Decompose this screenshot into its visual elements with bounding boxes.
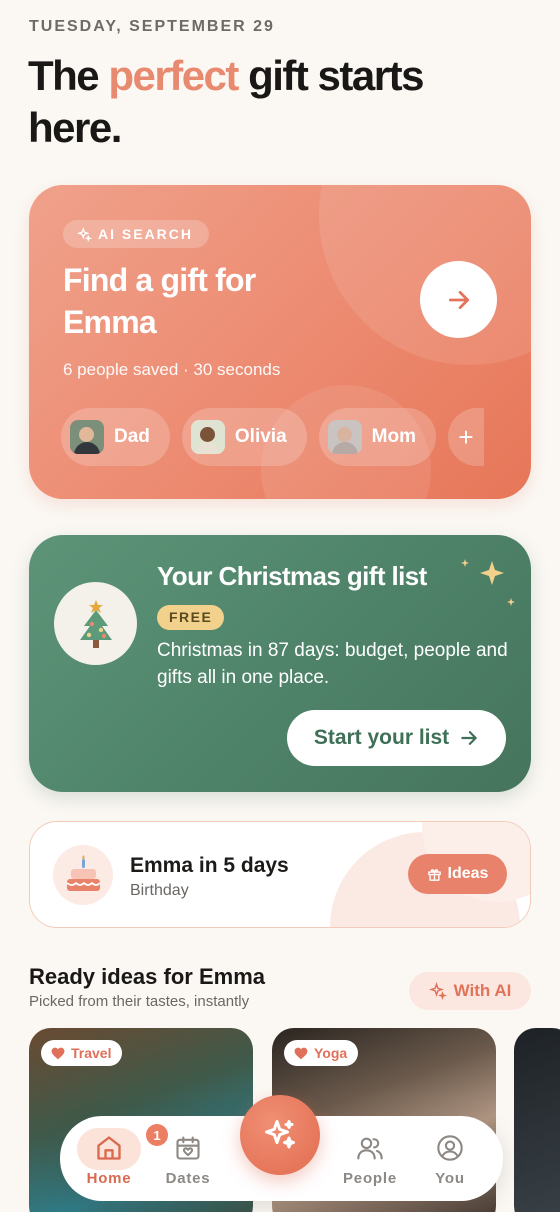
ai-search-badge: AI SEARCH — [63, 220, 210, 248]
heart-icon — [294, 1047, 308, 1059]
ready-ideas-subtitle: Picked from their tastes, instantly — [29, 993, 250, 1010]
nav-home-label: Home — [86, 1170, 132, 1187]
christmas-card-description: Christmas in 87 days: budget, people and… — [157, 640, 508, 688]
ai-fab-button[interactable] — [240, 1095, 320, 1175]
person-chip-dad[interactable]: Dad — [61, 408, 170, 466]
nav-you[interactable]: You — [418, 1126, 482, 1190]
person-name: Olivia — [234, 426, 287, 447]
headline-text-1: The — [28, 52, 109, 99]
christmas-card-title: Your Christmas gift list — [157, 561, 427, 591]
find-gift-go-button[interactable] — [420, 261, 497, 338]
cake-icon — [53, 845, 113, 905]
person-chip-mom[interactable]: Mom — [318, 408, 436, 466]
person-chip-olivia[interactable]: Olivia — [181, 408, 307, 466]
find-gift-subtitle: 6 people saved · 30 seconds — [63, 360, 281, 379]
nav-people-label: People — [343, 1170, 397, 1187]
ideas-label: Ideas — [447, 865, 489, 882]
birthday-reminder-card[interactable]: Emma in 5 days Birthday Ideas — [29, 821, 531, 928]
ideas-button[interactable]: Ideas — [408, 854, 507, 894]
free-badge: FREE — [157, 605, 225, 630]
avatar — [70, 420, 104, 454]
person-name: Dad — [114, 426, 150, 447]
gift-icon — [427, 868, 441, 881]
sparkle-icon — [428, 982, 447, 1000]
calendar-heart-icon — [176, 1136, 200, 1160]
nav-home[interactable]: Home — [77, 1126, 141, 1190]
heart-icon — [51, 1047, 65, 1059]
sparkle-icon — [77, 226, 92, 242]
ai-search-card[interactable]: AI SEARCH Find a gift for Emma 6 people … — [29, 185, 531, 499]
find-gift-title: Find a gift for Emma — [63, 262, 256, 340]
nav-dates-label: Dates — [165, 1170, 211, 1187]
home-icon — [97, 1136, 121, 1160]
christmas-list-card[interactable]: Your Christmas gift list FREE Christmas … — [29, 535, 531, 792]
christmas-tree-icon — [54, 582, 137, 665]
birthday-type: Birthday — [130, 882, 189, 899]
ai-badge-label: AI SEARCH — [98, 226, 194, 242]
decor-circle — [319, 185, 531, 365]
people-chips: Dad Olivia Mom + — [61, 408, 484, 466]
person-name: Mom — [371, 426, 416, 447]
headline-accent: perfect — [108, 52, 239, 99]
nav-people[interactable]: People — [338, 1126, 402, 1190]
category-tag: Yoga — [284, 1040, 359, 1066]
arrow-right-icon — [461, 731, 477, 745]
ready-ideas-title: Ready ideas for Emma — [29, 964, 265, 989]
plus-icon: + — [458, 421, 474, 452]
with-ai-button[interactable]: With AI — [409, 972, 531, 1010]
with-ai-label: With AI — [453, 981, 512, 1000]
page-headline: The perfect gift starts here. — [28, 50, 508, 154]
notification-badge: 1 — [146, 1124, 168, 1146]
user-circle-icon — [437, 1135, 463, 1161]
add-person-button[interactable]: + — [447, 408, 484, 466]
sparkle-icon — [265, 1120, 295, 1149]
birthday-title: Emma in 5 days — [130, 854, 289, 877]
avatar — [327, 420, 362, 454]
arrow-right-icon — [448, 290, 469, 309]
sparkles-icon — [461, 559, 515, 606]
tag-label: Travel — [71, 1045, 112, 1061]
start-list-button[interactable]: Start your list — [287, 710, 506, 766]
people-icon — [357, 1137, 383, 1160]
avatar — [190, 420, 225, 454]
nav-you-label: You — [435, 1170, 465, 1187]
category-tag: Travel — [41, 1040, 123, 1066]
date-label: TUESDAY, SEPTEMBER 29 — [29, 18, 275, 35]
start-list-label: Start your list — [313, 726, 450, 749]
idea-card-partial[interactable] — [514, 1028, 560, 1212]
tag-label: Yoga — [314, 1045, 348, 1061]
